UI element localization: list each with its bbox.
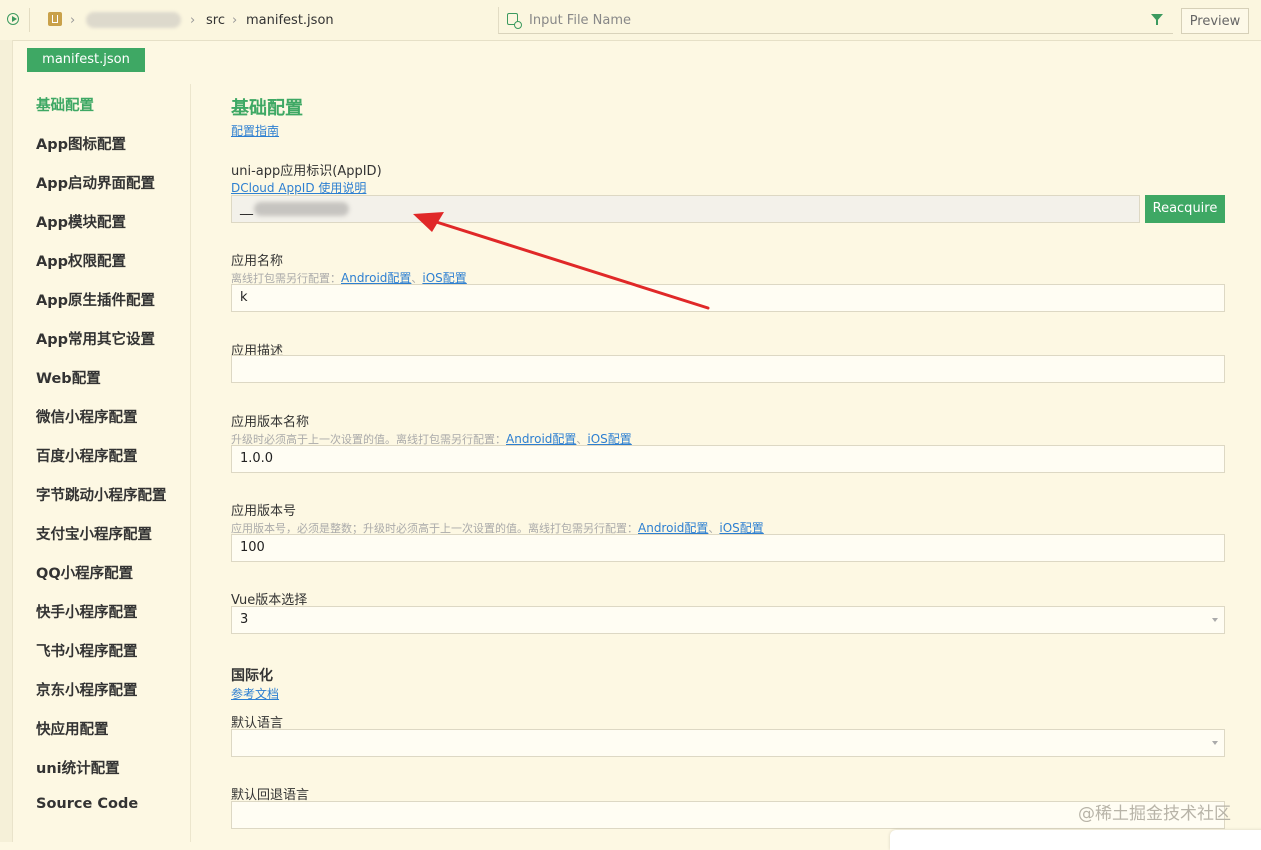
sidebar-item-basic[interactable]: 基础配置 — [36, 94, 94, 115]
appid-help-link[interactable]: DCloud AppID 使用说明 — [231, 179, 366, 196]
sidebar-item-app-permissions[interactable]: App权限配置 — [36, 250, 126, 271]
i18n-docs-link[interactable]: 参考文档 — [231, 685, 279, 702]
file-search-icon — [507, 13, 522, 29]
breadcrumb-src[interactable]: src — [206, 13, 225, 28]
tab-manifest-json[interactable]: manifest.json — [27, 48, 145, 72]
file-search-box — [498, 7, 1173, 34]
reacquire-button[interactable]: Reacquire — [1145, 195, 1225, 223]
version-name-label: 应用版本名称 — [231, 415, 310, 430]
redacted-project-name[interactable] — [86, 12, 181, 28]
watermark: @稀土掘金技术社区 — [1078, 804, 1231, 824]
app-name-field[interactable]: k — [231, 284, 1225, 312]
sidebar-item-weixin-mp[interactable]: 微信小程序配置 — [36, 406, 138, 427]
version-name-ios-link[interactable]: iOS配置 — [587, 432, 631, 446]
i18n-title: 国际化 — [231, 668, 273, 684]
sidebar-item-app-icon[interactable]: App图标配置 — [36, 133, 126, 154]
sidebar-item-app-splash[interactable]: App启动界面配置 — [36, 172, 155, 193]
sidebar-item-qq-mp[interactable]: QQ小程序配置 — [36, 562, 133, 583]
default-lang-select[interactable] — [231, 729, 1225, 757]
breadcrumb-file[interactable]: manifest.json — [246, 13, 334, 28]
version-name-android-link[interactable]: Android配置 — [506, 432, 576, 446]
sidebar-item-alipay-mp[interactable]: 支付宝小程序配置 — [36, 523, 152, 544]
sidebar-item-app-modules[interactable]: App模块配置 — [36, 211, 126, 232]
sidebar-item-jd-mp[interactable]: 京东小程序配置 — [36, 679, 138, 700]
sidebar-item-uni-stat[interactable]: uni统计配置 — [36, 757, 120, 778]
chevron-right-icon: › — [232, 13, 238, 28]
fallback-lang-field[interactable] — [231, 801, 1225, 829]
sidebar-item-web[interactable]: Web配置 — [36, 367, 101, 388]
sidebar-item-source-code[interactable]: Source Code — [36, 796, 138, 812]
toolbar-divider — [29, 8, 30, 32]
filter-icon[interactable] — [1151, 14, 1163, 25]
version-name-field[interactable]: 1.0.0 — [231, 445, 1225, 473]
caret-down-icon — [1212, 741, 1218, 745]
appid-field[interactable]: __ — [231, 195, 1140, 223]
config-guide-link[interactable]: 配置指南 — [231, 122, 279, 139]
sidebar-item-app-other-settings[interactable]: App常用其它设置 — [36, 328, 155, 349]
run-icon[interactable] — [7, 13, 19, 25]
preview-button[interactable]: Preview — [1181, 8, 1249, 34]
config-sidebar: 基础配置 App图标配置 App启动界面配置 App模块配置 App权限配置 A… — [12, 84, 191, 842]
sidebar-item-app-native-plugins[interactable]: App原生插件配置 — [36, 289, 155, 310]
app-name-ios-link[interactable]: iOS配置 — [422, 271, 466, 285]
app-name-android-link[interactable]: Android配置 — [341, 271, 411, 285]
vue-version-select[interactable]: 3 — [231, 606, 1225, 634]
file-search-input[interactable] — [529, 10, 1129, 30]
sidebar-item-bytedance-mp[interactable]: 字节跳动小程序配置 — [36, 484, 167, 505]
overlay-panel-edge — [890, 830, 1261, 850]
version-code-label: 应用版本号 — [231, 504, 297, 519]
appid-label: uni-app应用标识(AppID) — [231, 164, 382, 179]
sidebar-item-quickapp[interactable]: 快应用配置 — [36, 718, 109, 739]
sidebar-item-baidu-mp[interactable]: 百度小程序配置 — [36, 445, 138, 466]
version-code-field[interactable]: 100 — [231, 534, 1225, 562]
top-toolbar: › › src › manifest.json Preview — [0, 0, 1261, 41]
page-title: 基础配置 — [231, 98, 303, 119]
version-code-android-link[interactable]: Android配置 — [638, 521, 708, 535]
version-code-ios-link[interactable]: iOS配置 — [719, 521, 763, 535]
chevron-right-icon: › — [70, 13, 76, 28]
redacted-appid — [254, 202, 349, 216]
project-icon[interactable] — [48, 12, 62, 26]
caret-down-icon — [1212, 618, 1218, 622]
vue-version-value: 3 — [240, 612, 249, 627]
sidebar-item-feishu-mp[interactable]: 飞书小程序配置 — [36, 640, 138, 661]
app-desc-field[interactable] — [231, 355, 1225, 383]
chevron-right-icon: › — [190, 13, 196, 28]
app-name-label: 应用名称 — [231, 254, 284, 269]
sidebar-item-kuaishou-mp[interactable]: 快手小程序配置 — [36, 601, 138, 622]
